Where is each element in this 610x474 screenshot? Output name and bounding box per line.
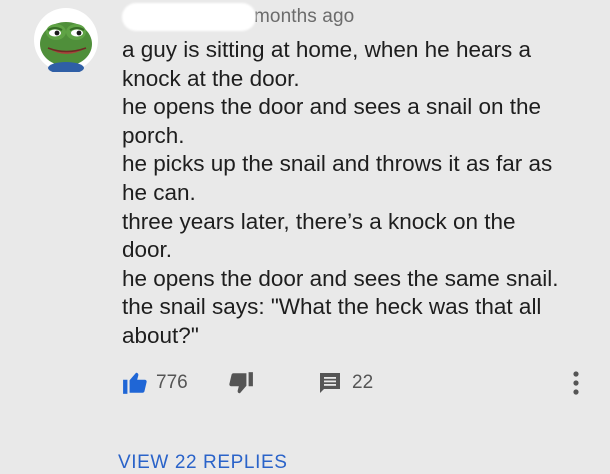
pepe-frog-icon [34, 8, 98, 72]
comment-timestamp: months ago [254, 6, 355, 27]
comment-line: three years later, there’s a knock on th… [122, 208, 516, 234]
thumbs-up-icon [123, 372, 147, 394]
reply-button[interactable]: 22 [318, 368, 373, 398]
comment-line: the snail says: "What the heck was that … [122, 294, 542, 320]
comment-line: he opens the door and sees a snail on th… [122, 94, 542, 120]
comment-header: months ago [122, 3, 355, 31]
more-options-button[interactable] [570, 368, 582, 398]
comment-line: knock at the door. [122, 65, 300, 91]
avatar[interactable] [34, 8, 98, 72]
view-replies-link[interactable]: VIEW 22 REPLIES [118, 452, 288, 474]
like-button[interactable]: 776 [122, 368, 188, 398]
comment-body: a guy is sitting at home, when he hears … [122, 36, 600, 351]
comment-line: he can. [122, 179, 196, 205]
comment-line: a guy is sitting at home, when he hears … [122, 37, 531, 62]
comment-actions: 776 22 [122, 368, 602, 398]
more-vertical-icon [573, 371, 579, 395]
comment-line: door. [122, 237, 173, 263]
dislike-button[interactable] [228, 368, 254, 398]
comment-line: about?" [122, 322, 199, 348]
comment-line: he opens the door and sees the same snai… [122, 265, 559, 291]
redacted-author-name [122, 3, 256, 31]
thumbs-down-icon [229, 372, 253, 394]
reply-count: 22 [352, 372, 374, 393]
comment-line: porch. [122, 122, 185, 148]
like-count: 776 [156, 372, 188, 393]
reply-comment-icon [320, 373, 340, 393]
comment-line: he picks up the snail and throws it as f… [122, 151, 553, 177]
